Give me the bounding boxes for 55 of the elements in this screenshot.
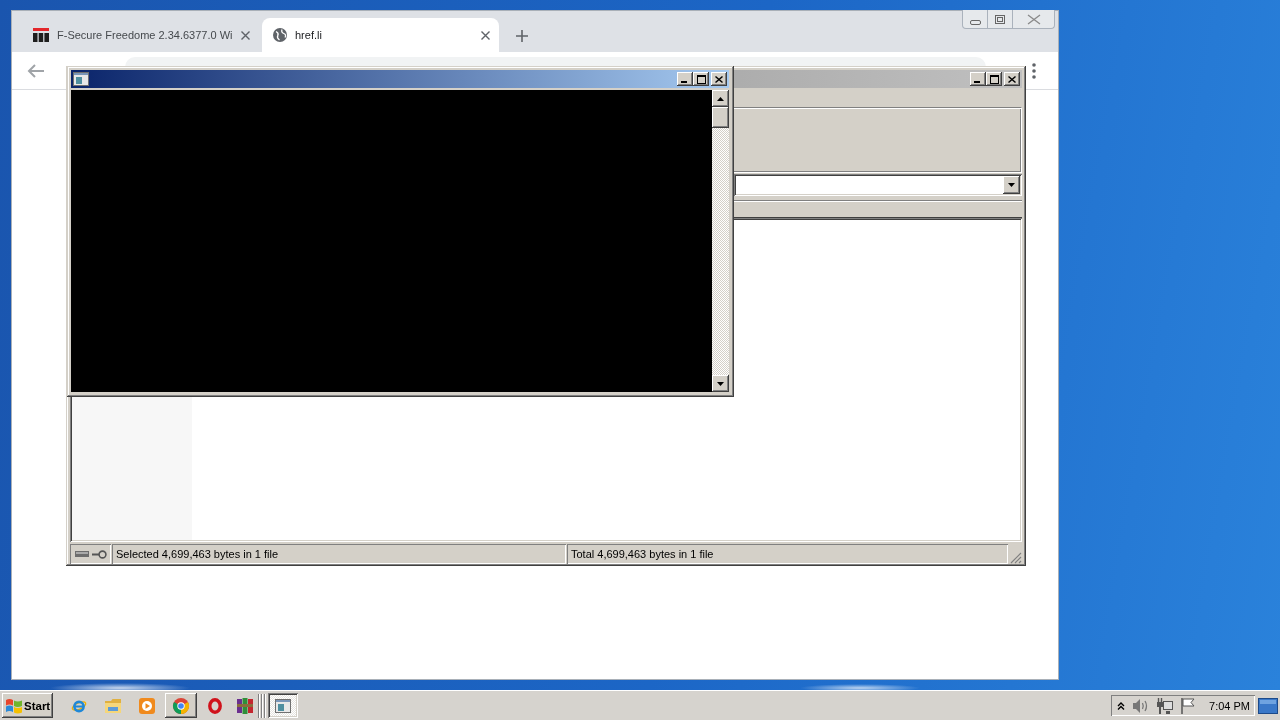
minimize-button[interactable] (970, 72, 986, 86)
close-icon (1008, 75, 1016, 83)
scrollbar-track[interactable] (712, 90, 729, 392)
maximize-button[interactable] (693, 72, 709, 86)
scroll-up-button[interactable] (712, 90, 729, 107)
status-text: Total 4,699,463 bytes in 1 file (567, 544, 1008, 564)
logo-icon (33, 28, 49, 42)
close-button[interactable] (711, 72, 727, 86)
path-combo-box[interactable] (734, 174, 1022, 196)
network-icon[interactable] (1157, 697, 1174, 714)
maximize-button[interactable] (986, 72, 1002, 86)
drive-icon (75, 551, 89, 557)
scroll-down-button[interactable] (712, 375, 729, 392)
minimize-icon (681, 81, 687, 83)
status-text: Selected 4,699,463 bytes in 1 file (112, 544, 566, 564)
close-button[interactable] (1004, 72, 1020, 86)
caret-up-icon (717, 96, 724, 101)
chevron-up-icon[interactable] (1117, 701, 1126, 710)
minimize-icon (969, 20, 981, 25)
resize-grip-icon[interactable] (1010, 552, 1022, 564)
more-menu-icon[interactable] (1032, 62, 1036, 79)
clock-text[interactable]: 7:04 PM (1209, 699, 1250, 712)
close-icon (1026, 13, 1041, 25)
ring-icon[interactable] (208, 697, 222, 714)
minimize-button[interactable] (677, 72, 693, 86)
key-icon (92, 549, 107, 559)
close-icon[interactable] (241, 30, 250, 40)
restore-icon (995, 14, 1005, 24)
browser-tab[interactable]: href.li (262, 18, 499, 52)
close-icon[interactable] (481, 30, 490, 40)
windows-flag-icon (6, 697, 22, 714)
taskbar-button[interactable] (165, 693, 197, 718)
window-icon (73, 72, 89, 86)
globe-icon (273, 28, 287, 42)
maximize-icon (989, 74, 999, 84)
caret-down-icon (717, 381, 724, 386)
address-field[interactable] (125, 57, 986, 67)
flag-icon[interactable] (1181, 697, 1196, 714)
maximize-icon (696, 74, 706, 84)
minimize-icon (974, 81, 980, 83)
speaker-icon[interactable] (1133, 698, 1150, 713)
caret-down-icon (1008, 183, 1015, 187)
show-desktop-icon[interactable] (1258, 697, 1278, 714)
window-icon (275, 698, 291, 713)
start-button[interactable]: Start (2, 693, 53, 718)
plus-icon[interactable] (516, 30, 528, 42)
toolbar-grip[interactable] (258, 693, 266, 718)
dropdown-button[interactable] (1003, 176, 1020, 194)
restore-button[interactable] (987, 10, 1013, 29)
close-icon (715, 75, 723, 83)
browser-tab[interactable]: F-Secure Freedome 2.34.6377.0 Wi (22, 18, 259, 52)
taskbar-button[interactable] (268, 693, 298, 718)
books-icon[interactable] (237, 697, 253, 714)
scroll-thumb[interactable] (712, 107, 729, 128)
browser-icon (173, 697, 189, 714)
